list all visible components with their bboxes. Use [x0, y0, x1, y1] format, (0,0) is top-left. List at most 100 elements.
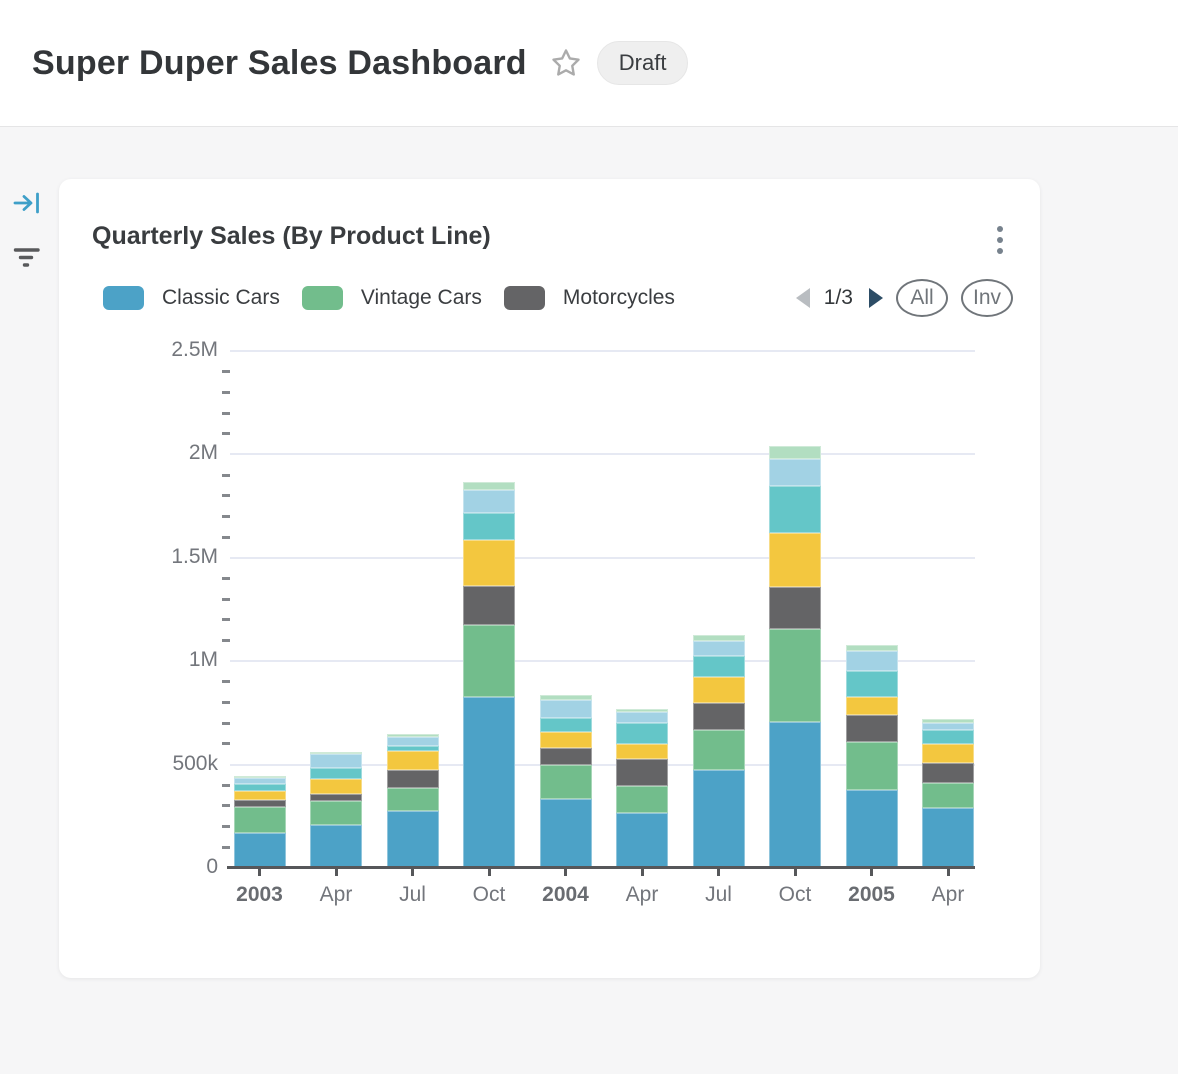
- bar-segment[interactable]: [540, 748, 592, 766]
- y-minor-tick: [222, 494, 230, 497]
- bar-segment[interactable]: [922, 783, 974, 808]
- bar-segment[interactable]: [922, 744, 974, 763]
- bar-segment[interactable]: [922, 730, 974, 744]
- bar-segment[interactable]: [846, 651, 898, 671]
- y-minor-tick: [222, 804, 230, 807]
- bar-segment[interactable]: [387, 770, 439, 788]
- bar-segment[interactable]: [310, 768, 362, 780]
- bar-segment[interactable]: [769, 486, 821, 533]
- bar-segment[interactable]: [846, 697, 898, 715]
- y-axis-label: 2.5M: [118, 338, 218, 362]
- bar-segment[interactable]: [234, 778, 286, 784]
- y-minor-tick: [222, 432, 230, 435]
- y-axis-label: 500k: [118, 752, 218, 776]
- filter-button[interactable]: [12, 244, 42, 273]
- bar-segment[interactable]: [310, 752, 362, 754]
- bar-segment[interactable]: [922, 808, 974, 868]
- collapse-sidebar-button[interactable]: [12, 190, 42, 219]
- bar-segment[interactable]: [540, 799, 592, 868]
- bar-segment[interactable]: [234, 776, 286, 778]
- bar-segment[interactable]: [693, 730, 745, 770]
- bar-segment[interactable]: [693, 770, 745, 868]
- bar-segment[interactable]: [310, 794, 362, 801]
- x-axis-tick: [794, 869, 797, 876]
- bar-segment[interactable]: [616, 759, 668, 786]
- favorite-button[interactable]: [549, 46, 583, 80]
- bar-segment[interactable]: [387, 788, 439, 810]
- bar-segment[interactable]: [387, 734, 439, 737]
- bar-segment[interactable]: [463, 586, 515, 625]
- dashboard-card: Quarterly Sales (By Product Line) Classi…: [59, 179, 1040, 978]
- bar-segment[interactable]: [693, 656, 745, 677]
- x-axis-tick: [258, 869, 261, 876]
- bar-segment[interactable]: [540, 695, 592, 700]
- bar-segment[interactable]: [463, 697, 515, 868]
- bar-segment[interactable]: [310, 754, 362, 768]
- bar-segment[interactable]: [387, 811, 439, 868]
- bar-segment[interactable]: [463, 513, 515, 540]
- y-minor-tick: [222, 618, 230, 621]
- y-axis-label: 2M: [118, 441, 218, 465]
- bar-segment[interactable]: [234, 833, 286, 868]
- bar-segment[interactable]: [846, 671, 898, 697]
- bar-segment[interactable]: [769, 587, 821, 630]
- bar-segment[interactable]: [540, 700, 592, 718]
- bar-segment[interactable]: [463, 625, 515, 697]
- y-minor-tick: [222, 515, 230, 518]
- bar-segment[interactable]: [310, 801, 362, 825]
- bar-segment[interactable]: [769, 629, 821, 721]
- y-axis-label: 0: [118, 855, 218, 879]
- bar-segment[interactable]: [234, 784, 286, 791]
- bar-segment[interactable]: [922, 763, 974, 783]
- bar-segment[interactable]: [922, 719, 974, 723]
- chart-plot: 0500k1M1.5M2M2.5M2003AprJulOct2004AprJul…: [59, 179, 1040, 978]
- y-minor-tick: [222, 742, 230, 745]
- bar-segment[interactable]: [769, 533, 821, 587]
- bar-segment[interactable]: [387, 751, 439, 770]
- bar-segment[interactable]: [616, 709, 668, 712]
- x-axis-label: 2004: [526, 883, 606, 907]
- bar-segment[interactable]: [310, 779, 362, 793]
- bar-segment[interactable]: [463, 490, 515, 513]
- bar-segment[interactable]: [616, 712, 668, 723]
- bar-segment[interactable]: [769, 722, 821, 868]
- bar-segment[interactable]: [387, 737, 439, 746]
- star-outline-icon: [550, 47, 582, 79]
- bar-segment[interactable]: [769, 459, 821, 486]
- bar-segment[interactable]: [310, 825, 362, 868]
- bar-segment[interactable]: [234, 800, 286, 807]
- app-header: Super Duper Sales Dashboard Draft: [0, 0, 1178, 127]
- bar-segment[interactable]: [846, 742, 898, 791]
- bar-segment[interactable]: [693, 677, 745, 703]
- y-minor-tick: [222, 370, 230, 373]
- collapse-panel-arrow-icon: [12, 190, 42, 216]
- bar-segment[interactable]: [234, 807, 286, 833]
- bar-segment[interactable]: [846, 715, 898, 742]
- y-axis-label: 1.5M: [118, 545, 218, 569]
- y-minor-tick: [222, 784, 230, 787]
- bar-segment[interactable]: [463, 540, 515, 586]
- bar-segment[interactable]: [693, 641, 745, 656]
- bar-segment[interactable]: [616, 723, 668, 744]
- bar-segment[interactable]: [846, 790, 898, 868]
- bar-segment[interactable]: [540, 732, 592, 748]
- bar-segment[interactable]: [922, 723, 974, 730]
- bar-segment[interactable]: [463, 482, 515, 490]
- y-minor-tick: [222, 598, 230, 601]
- bar-segment[interactable]: [540, 765, 592, 799]
- x-axis-label: 2003: [220, 883, 300, 907]
- bar-segment[interactable]: [616, 744, 668, 759]
- bar-segment[interactable]: [616, 813, 668, 868]
- bar-segment[interactable]: [769, 446, 821, 459]
- bar-segment[interactable]: [234, 791, 286, 800]
- x-axis-tick: [870, 869, 873, 876]
- bar-segment[interactable]: [846, 645, 898, 651]
- x-axis-line: [227, 866, 975, 869]
- x-axis-label: Jul: [373, 883, 453, 907]
- bar-segment[interactable]: [540, 718, 592, 732]
- x-axis-label: Jul: [679, 883, 759, 907]
- bar-segment[interactable]: [616, 786, 668, 813]
- bar-segment[interactable]: [387, 746, 439, 751]
- bar-segment[interactable]: [693, 703, 745, 730]
- bar-segment[interactable]: [693, 635, 745, 641]
